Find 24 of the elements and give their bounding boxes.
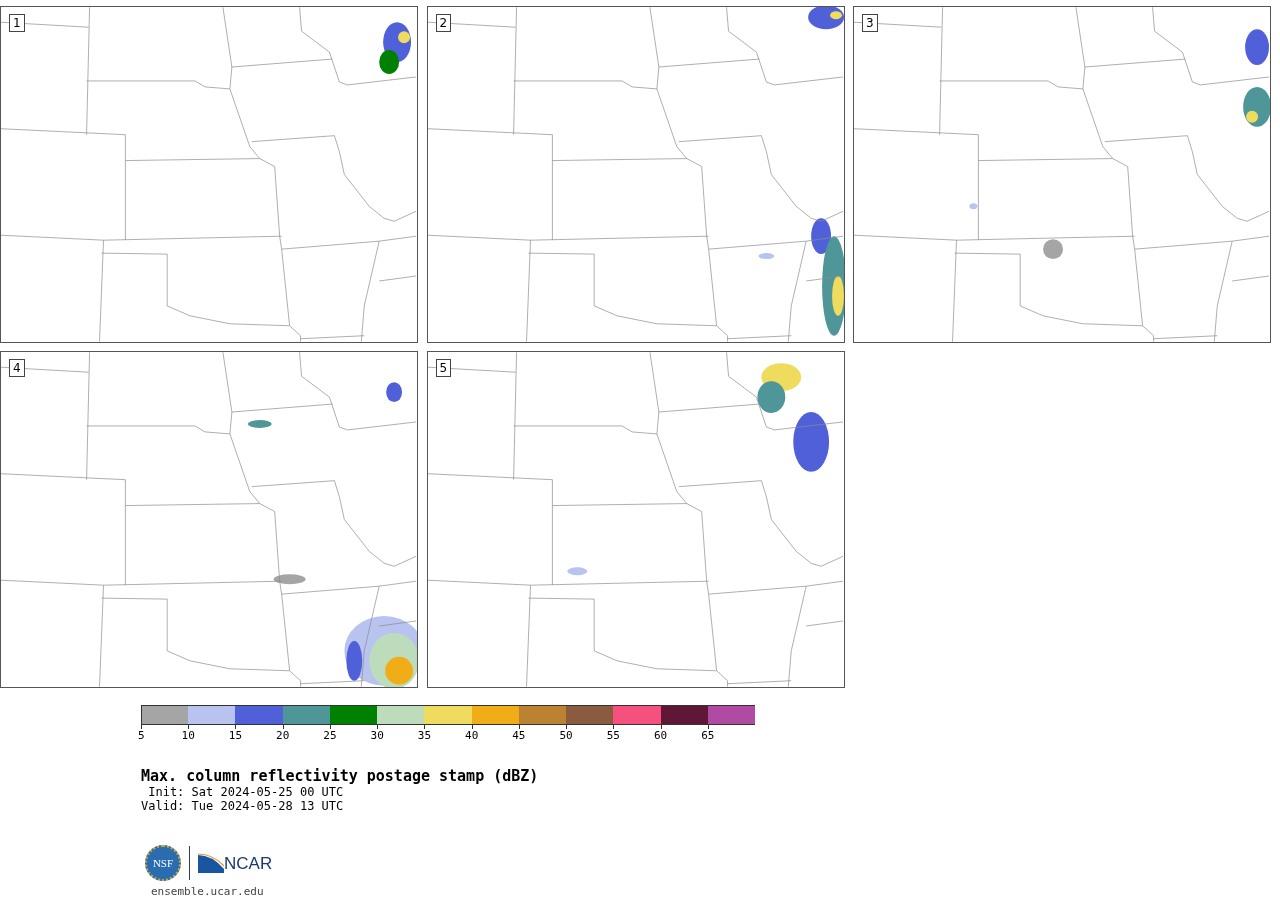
ncar-logo: NCAR xyxy=(198,853,273,873)
panel-number: 1 xyxy=(9,14,25,32)
nsf-logo: NSF xyxy=(145,845,181,881)
panel-number: 5 xyxy=(435,359,452,377)
colorbar-tick-label: 50 xyxy=(559,729,573,742)
colorbar-tick-label: 55 xyxy=(606,729,620,742)
panel-number: 4 xyxy=(9,359,25,377)
colorbar-tick-label: 15 xyxy=(228,729,243,742)
panel-number: 2 xyxy=(435,14,452,32)
colorbar-tick-label: 60 xyxy=(653,729,668,742)
colorbar-tick-label: 30 xyxy=(370,729,384,742)
panel-number: 3 xyxy=(862,14,878,32)
colorbar-tick-label: 65 xyxy=(701,729,715,742)
colorbar-tick-label: 5 xyxy=(138,729,145,742)
colorbar-tick-label: 35 xyxy=(417,729,432,742)
colorbar-tick-label: 25 xyxy=(323,729,337,742)
colorbar-tick-label: 20 xyxy=(276,729,290,742)
init-time: Init: Sat 2024-05-25 00 UTC xyxy=(147,785,345,799)
website-url: ensemble.ucar.edu xyxy=(151,885,265,898)
colorbar-tick-label: 10 xyxy=(181,729,195,742)
colorbar-tick-label: 40 xyxy=(465,729,479,742)
valid-time: Valid: Tue 2024-05-28 13 UTC xyxy=(141,799,345,813)
chart-title: Max. column reflectivity postage stamp (dBZ) xyxy=(141,768,540,785)
colorbar-tick-label: 45 xyxy=(512,729,526,742)
